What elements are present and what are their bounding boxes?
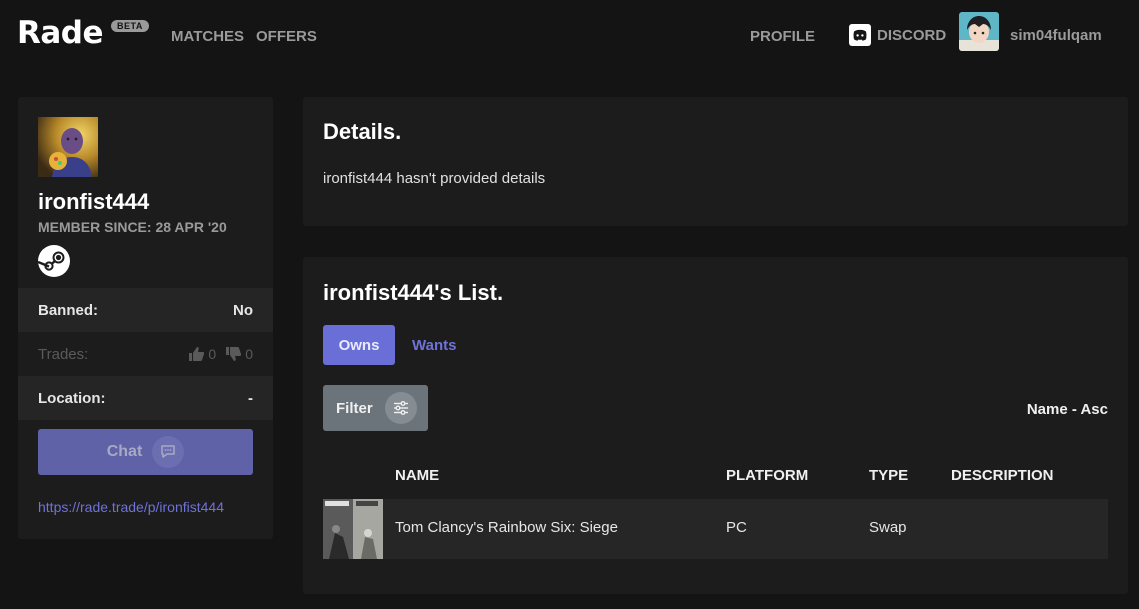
nav-profile-link[interactable]: PROFILE xyxy=(750,28,815,45)
list-card: ironfist444's List. Owns Wants Filter Na… xyxy=(303,257,1128,594)
nav-matches-link[interactable]: MATCHES xyxy=(171,28,244,45)
steam-icon[interactable] xyxy=(38,245,70,277)
trades-down-count: 0 xyxy=(245,346,253,362)
thumbs-up-icon xyxy=(189,347,205,361)
profile-share-link[interactable]: https://rade.trade/p/ironfist444 xyxy=(38,499,254,515)
trades-values: 0 0 xyxy=(189,346,253,362)
nav-username[interactable]: sim04fulqam xyxy=(1010,27,1102,44)
profile-avatar xyxy=(38,117,98,177)
column-header-name: NAME xyxy=(395,467,440,484)
location-row: Location: - xyxy=(18,376,273,420)
thumbs-down-icon xyxy=(226,347,242,361)
row-game-name: Tom Clancy's Rainbow Six: Siege xyxy=(395,519,618,536)
location-value: - xyxy=(248,389,253,407)
list-title: ironfist444's List. xyxy=(323,280,504,305)
chat-label: Chat xyxy=(106,443,143,460)
beta-badge: BETA xyxy=(111,20,149,32)
profile-sidebar: ironfist444 MEMBER SINCE: 28 APR '20 Ban… xyxy=(18,97,273,539)
column-header-platform: PLATFORM xyxy=(726,467,809,484)
user-avatar[interactable] xyxy=(959,12,999,51)
tab-owns[interactable]: Owns xyxy=(323,325,395,365)
filter-label: Filter xyxy=(336,399,373,417)
top-nav: Rade BETA MATCHES OFFERS PROFILE DISCORD… xyxy=(0,0,1139,72)
chat-bubble-icon xyxy=(152,436,185,468)
banned-value: No xyxy=(233,301,253,319)
details-card: Details. ironfist444 hasn't provided det… xyxy=(303,97,1128,226)
tab-wants[interactable]: Wants xyxy=(412,337,456,354)
chat-button[interactable]: Chat xyxy=(38,429,253,475)
discord-link[interactable]: DISCORD xyxy=(848,23,946,47)
row-platform: PC xyxy=(726,519,747,536)
logo-text: Rade xyxy=(17,15,104,51)
site-logo[interactable]: Rade BETA xyxy=(17,14,149,52)
column-header-type: TYPE xyxy=(869,467,909,484)
sort-selector[interactable]: Name - Asc xyxy=(1027,401,1108,418)
trades-up-count: 0 xyxy=(208,346,217,362)
discord-icon xyxy=(849,24,871,46)
trades-row: Trades: 0 0 xyxy=(18,332,273,376)
details-text: ironfist444 hasn't provided details xyxy=(323,170,546,187)
nav-offers-link[interactable]: OFFERS xyxy=(256,28,317,45)
column-header-description: DESCRIPTION xyxy=(951,467,1054,484)
filter-button[interactable]: Filter xyxy=(323,385,428,431)
banned-row: Banned: No xyxy=(18,288,273,332)
location-label: Location: xyxy=(38,389,106,407)
game-thumbnail xyxy=(323,499,383,559)
banned-label: Banned: xyxy=(38,301,98,319)
discord-label: DISCORD xyxy=(877,26,947,44)
member-since: MEMBER SINCE: 28 APR '20 xyxy=(38,219,227,235)
details-title: Details. xyxy=(323,119,402,144)
profile-username: ironfist444 xyxy=(38,189,150,214)
sliders-icon xyxy=(384,392,417,424)
row-type: Swap xyxy=(869,519,907,536)
table-row[interactable]: Tom Clancy's Rainbow Six: Siege PC Swap xyxy=(323,499,1108,559)
trades-label: Trades: xyxy=(38,345,89,363)
